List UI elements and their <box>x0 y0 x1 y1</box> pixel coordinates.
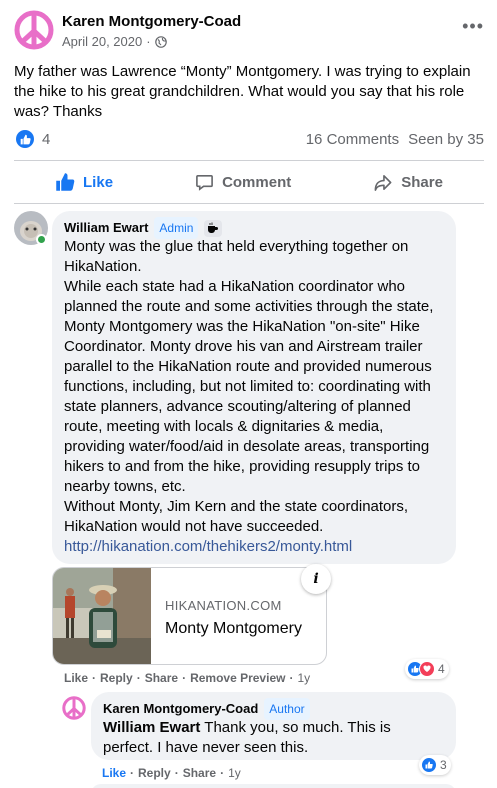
reply-time[interactable]: 1y <box>228 766 241 780</box>
speech-bubble-icon <box>196 174 213 191</box>
comments-count[interactable]: 16 Comments <box>306 131 399 148</box>
coffee-cup-icon[interactable] <box>204 219 223 237</box>
post-header: Karen Montgomery-Coad April 20, 2020 · •… <box>14 10 484 54</box>
reply-header: Karen Montgomery-Coad Author <box>103 698 444 720</box>
like-button[interactable]: Like <box>55 172 113 192</box>
post-text: My father was Lawrence “Monty” Montgomer… <box>14 63 471 120</box>
thumbs-up-icon <box>56 173 75 191</box>
comment-time[interactable]: 1y <box>297 671 310 685</box>
comment-share-link[interactable]: Share <box>145 671 178 685</box>
comment-paragraph: Monty was the glue that held everything … <box>64 238 409 275</box>
peace-sign-icon[interactable] <box>14 10 54 50</box>
reaction-count: 4 <box>438 662 445 676</box>
comment-like-link[interactable]: Like <box>64 671 88 685</box>
dot-separator: · <box>136 671 141 685</box>
reply-text-container: William Ewart Thank you, so much. This i… <box>103 718 444 758</box>
meta-separator: · <box>146 34 151 49</box>
preview-title[interactable]: Monty Montgomery <box>165 620 302 638</box>
reply-reactions[interactable]: 3 <box>419 755 451 775</box>
share-arrow-icon <box>374 174 392 191</box>
like-count[interactable]: 4 <box>42 131 50 148</box>
comment-actions: Like · Reply · Share · Remove Preview · … <box>64 671 310 685</box>
comment-reply-link[interactable]: Reply <box>100 671 133 685</box>
post-date[interactable]: April 20, 2020 <box>62 34 142 49</box>
comment-header: William Ewart Admin <box>64 217 444 239</box>
share-label: Share <box>401 173 443 191</box>
reply-reply-link[interactable]: Reply <box>138 766 171 780</box>
stats-right: 16 Comments Seen by 35 <box>306 131 484 148</box>
share-button[interactable]: Share <box>373 173 443 192</box>
comment-author[interactable]: William Ewart <box>64 218 148 238</box>
divider <box>14 160 484 161</box>
author-badge[interactable]: Author <box>264 698 310 720</box>
seen-by-count[interactable]: Seen by 35 <box>408 131 484 148</box>
info-icon[interactable]: i <box>301 564 331 594</box>
reply-author[interactable]: Karen Montgomery-Coad <box>103 699 258 719</box>
comment-button[interactable]: Comment <box>195 173 291 192</box>
comment-bubble: William Ewart Admin Monty was the glue t… <box>52 211 456 564</box>
dot-separator: · <box>130 766 135 780</box>
post-actions: Like Comment Share <box>14 163 484 201</box>
admin-badge[interactable]: Admin <box>154 217 199 239</box>
like-label: Like <box>83 173 114 191</box>
peace-sign-icon[interactable] <box>62 696 86 720</box>
remove-preview-link[interactable]: Remove Preview <box>190 671 285 685</box>
thumbs-up-icon <box>421 757 437 773</box>
reply-bubble: Karen Montgomery-Coad Author William Ewa… <box>91 692 456 760</box>
link-preview-card[interactable]: HIKANATION.COM Monty Montgomery <box>52 567 327 665</box>
reply-like-link[interactable]: Like <box>102 766 126 780</box>
comment-link[interactable]: http://hikanation.com/thehikers2/monty.h… <box>64 537 444 557</box>
online-status-dot <box>36 234 47 245</box>
dot-separator: · <box>174 766 179 780</box>
like-reaction-icon[interactable] <box>16 130 34 148</box>
preview-domain: HIKANATION.COM <box>165 598 282 613</box>
divider <box>14 203 484 204</box>
preview-thumbnail[interactable] <box>53 568 151 665</box>
post-stats: 4 16 Comments Seen by 35 <box>14 130 484 152</box>
dot-separator: · <box>92 671 97 685</box>
reply-share-link[interactable]: Share <box>183 766 216 780</box>
dot-separator: · <box>182 671 187 685</box>
post-author[interactable]: Karen Montgomery-Coad <box>62 13 241 30</box>
reaction-count: 3 <box>440 758 447 772</box>
more-options-button[interactable]: ••• <box>462 16 484 37</box>
globe-icon <box>154 35 167 48</box>
post-meta: April 20, 2020 · <box>62 34 167 49</box>
reply-actions: Like · Reply · Share · 1y <box>102 766 241 780</box>
next-comment-bubble <box>91 784 456 788</box>
comment-reactions[interactable]: 4 <box>405 659 449 679</box>
dot-separator: · <box>220 766 225 780</box>
tagged-user[interactable]: William Ewart <box>103 719 200 736</box>
comment-paragraph: While each state had a HikaNation coordi… <box>64 278 434 495</box>
comment-label: Comment <box>222 173 292 191</box>
comment-paragraph: Without Monty, Jim Kern and the state co… <box>64 498 409 535</box>
heart-icon <box>419 661 435 677</box>
dot-separator: · <box>289 671 294 685</box>
